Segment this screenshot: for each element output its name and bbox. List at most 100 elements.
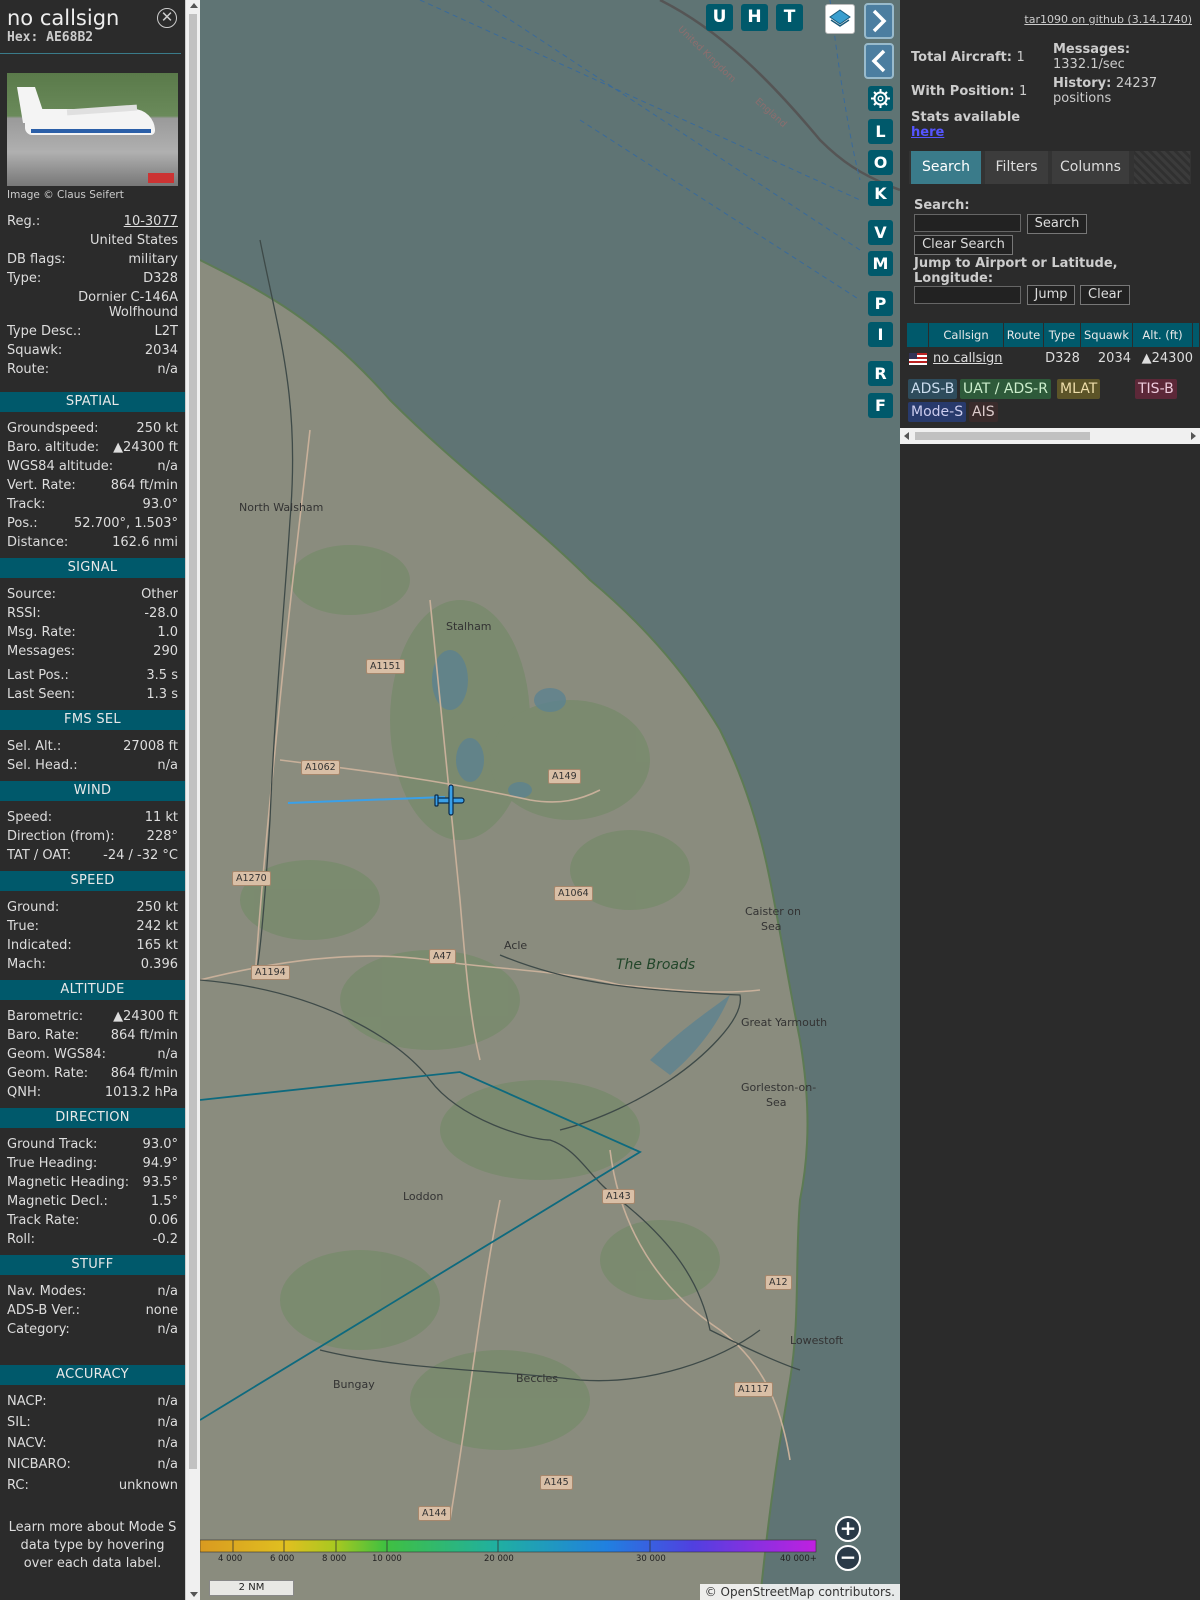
history-count: History: 24237 positions (1053, 76, 1158, 106)
info-label[interactable]: Geom. WGS84: (7, 1045, 106, 1064)
road-shield: A1194 (251, 965, 290, 980)
search-input[interactable] (914, 214, 1021, 232)
info-label[interactable]: Last Pos.: (7, 666, 69, 685)
zoom-out-button[interactable]: − (835, 1545, 861, 1571)
toggle-h-button[interactable]: H (741, 4, 768, 31)
zoom-in-button[interactable]: + (835, 1516, 861, 1542)
toggle-m-button[interactable]: M (868, 251, 893, 276)
github-link[interactable]: tar1090 on github (3.14.1740) (1024, 13, 1192, 26)
info-label[interactable]: Barometric: (7, 1007, 83, 1026)
info-label[interactable]: Source: (7, 585, 56, 604)
toggle-f-button[interactable]: F (868, 393, 893, 418)
info-label[interactable]: Track: (7, 495, 45, 514)
aircraft-icon[interactable] (432, 782, 468, 818)
clear-jump-button[interactable]: Clear (1080, 285, 1130, 305)
info-label[interactable]: RSSI: (7, 604, 41, 623)
toggle-t-button[interactable]: T (776, 4, 803, 31)
info-label[interactable]: True: (7, 917, 39, 936)
info-label[interactable]: Groundspeed: (7, 419, 98, 438)
toggle-v-button[interactable]: V (868, 220, 893, 245)
map-view[interactable]: North Walsham Stalham Acle Caister on Sea Gre… (200, 0, 900, 1600)
info-label[interactable]: Msg. Rate: (7, 623, 76, 642)
toggle-r-button[interactable]: R (868, 361, 893, 386)
info-label[interactable]: Direction (from): (7, 827, 115, 846)
info-label[interactable]: True Heading: (7, 1154, 97, 1173)
info-label[interactable]: Last Seen: (7, 685, 75, 704)
toggle-o-button[interactable]: O (868, 150, 893, 175)
photo-credit: Image © Claus Seifert (7, 189, 124, 201)
info-label[interactable]: Messages: (7, 642, 75, 661)
info-label[interactable]: NICBARO: (7, 1455, 71, 1476)
column-route[interactable]: Route (1004, 323, 1044, 347)
info-label[interactable]: Ground: (7, 898, 59, 917)
close-icon[interactable]: ✕ (157, 8, 177, 28)
info-value: 1013.2 hPa (104, 1085, 178, 1100)
info-label[interactable]: Pos.: (7, 514, 38, 533)
info-label[interactable]: RC: (7, 1476, 29, 1497)
jump-input[interactable] (914, 286, 1021, 304)
info-label[interactable]: Roll: (7, 1230, 35, 1249)
info-label[interactable]: SIL: (7, 1413, 31, 1434)
info-label[interactable]: Magnetic Heading: (7, 1173, 129, 1192)
registration-link[interactable]: 10-3077 (124, 212, 178, 231)
tab-columns[interactable]: Columns (1052, 151, 1129, 184)
column-callsign[interactable]: Callsign (929, 323, 1004, 347)
column-type[interactable]: Type (1044, 323, 1081, 347)
tab-search[interactable]: Search (911, 151, 981, 184)
settings-button[interactable] (868, 86, 893, 111)
info-label[interactable]: Baro. altitude: (7, 438, 99, 457)
layers-button[interactable] (825, 4, 855, 34)
column-squawk[interactable]: Squawk (1081, 323, 1133, 347)
previous-aircraft-button[interactable] (864, 43, 894, 79)
info-value: 2034 (144, 343, 178, 358)
info-label[interactable]: Category: (7, 1320, 70, 1339)
toggle-u-button[interactable]: U (706, 4, 733, 31)
info-label[interactable]: Ground Track: (7, 1135, 97, 1154)
table-scrollbar[interactable] (900, 428, 1200, 444)
info-label[interactable]: Sel. Alt.: (7, 737, 61, 756)
info-label[interactable]: Track Rate: (7, 1211, 79, 1230)
map-attribution[interactable]: © OpenStreetMap contributors. (699, 1584, 900, 1600)
row-callsign[interactable]: no callsign (929, 349, 1004, 369)
info-label[interactable]: Vert. Rate: (7, 476, 76, 495)
info-label[interactable]: Distance: (7, 533, 68, 552)
column-flag[interactable] (907, 323, 929, 347)
road-shield: A149 (548, 769, 581, 784)
toggle-i-button[interactable]: I (868, 322, 893, 347)
info-label[interactable]: NACP: (7, 1392, 47, 1413)
toggle-k-button[interactable]: K (868, 181, 893, 206)
info-label[interactable]: Indicated: (7, 936, 72, 955)
next-aircraft-button[interactable] (864, 3, 894, 39)
info-label[interactable]: ADS-B Ver.: (7, 1301, 80, 1320)
info-panel-scrollbar[interactable] (185, 0, 200, 1600)
info-value: 93.0° (142, 497, 178, 512)
info-label[interactable]: Nav. Modes: (7, 1282, 86, 1301)
info-label[interactable]: Speed: (7, 808, 52, 827)
info-row-route: Route: n/a (0, 360, 185, 379)
info-label[interactable]: TAT / OAT: (7, 846, 71, 865)
tab-filters[interactable]: Filters (985, 151, 1048, 184)
toggle-l-button[interactable]: L (868, 119, 893, 144)
info-label[interactable]: Baro. Rate: (7, 1026, 79, 1045)
toggle-p-button[interactable]: P (868, 291, 893, 316)
info-label[interactable]: Mach: (7, 955, 46, 974)
info-label[interactable]: Magnetic Decl.: (7, 1192, 108, 1211)
search-button[interactable]: Search (1027, 214, 1087, 234)
us-flag-icon (909, 353, 927, 365)
column-altitude[interactable]: Alt. (ft) (1133, 323, 1193, 347)
clear-search-button[interactable]: Clear Search (914, 235, 1013, 255)
info-label[interactable]: Sel. Head.: (7, 756, 78, 775)
info-value: 94.9° (142, 1156, 178, 1171)
info-row-last-pos: Last Pos.: 3.5 s (0, 666, 185, 685)
info-label[interactable]: NACV: (7, 1434, 47, 1455)
aircraft-photo[interactable] (7, 73, 178, 186)
jump-button[interactable]: Jump (1027, 285, 1075, 305)
info-label[interactable]: Geom. Rate: (7, 1064, 88, 1083)
info-row-barometric: Barometric: ▲24300 ft (0, 1007, 185, 1026)
info-row-speed: Speed: 11 kt (0, 808, 185, 827)
info-label[interactable]: WGS84 altitude: (7, 457, 113, 476)
stats-link[interactable]: here (911, 125, 944, 140)
tab-extra[interactable] (1134, 151, 1190, 184)
legend-mode-s: Mode-S (908, 402, 967, 422)
info-label[interactable]: QNH: (7, 1083, 41, 1102)
